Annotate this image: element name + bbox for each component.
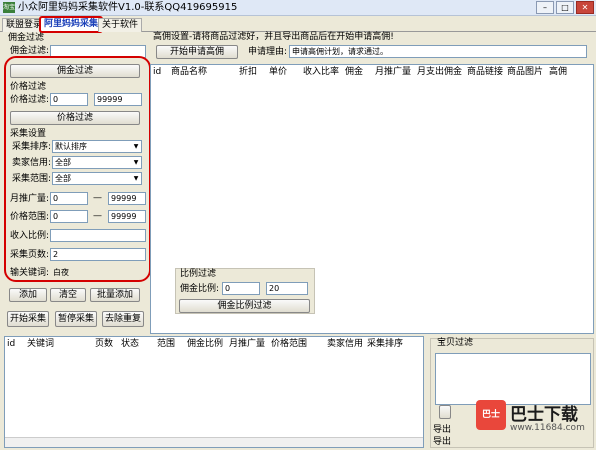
income-input[interactable]	[50, 229, 146, 242]
kcol-sort: 采集排序	[367, 339, 404, 349]
dedupe-button[interactable]: 去除重复	[102, 311, 144, 327]
price-range-min-input[interactable]: 0	[50, 210, 88, 223]
income-label: 收入比例:	[10, 231, 50, 241]
keyword-label: 输关键词:	[10, 268, 50, 278]
chevron-down-icon: ▼	[133, 175, 139, 182]
horizontal-scrollbar[interactable]	[5, 437, 423, 447]
kcol-ratio: 佣金比例	[187, 339, 224, 349]
tab-alimama-collect[interactable]: 阿里妈妈采集	[39, 16, 104, 33]
range-label: 采集范围:	[12, 174, 52, 184]
ratio-min-input[interactable]: 0	[222, 282, 260, 295]
price-range-dash: —	[93, 211, 102, 221]
monthly-label: 月推广量:	[10, 194, 50, 204]
price-filter-button[interactable]: 价格过滤	[10, 111, 140, 125]
ratio-filter-group: 比例过滤 佣金比例: 0 20 佣金比例过滤	[175, 268, 315, 314]
price-range-label: 价格范围:	[10, 212, 50, 222]
credit-select-value: 全部	[55, 158, 71, 167]
batch-add-button[interactable]: 批量添加	[90, 288, 140, 302]
baobei-action-button[interactable]	[439, 405, 451, 419]
pause-collect-button[interactable]: 暂停采集	[55, 311, 97, 327]
tab-bar: 联盟登录 阿里妈妈采集 关于软件	[0, 16, 596, 33]
tab-about[interactable]: 关于软件	[98, 18, 143, 32]
baobei-filter-title: 宝贝过滤	[437, 338, 474, 348]
col-monthly-spend: 月支出佣金	[417, 67, 463, 77]
monthly-min-input[interactable]: 0	[50, 192, 88, 205]
apply-high-commission-button[interactable]: 开始申请高佣	[156, 45, 238, 59]
col-income-rate: 收入比率	[303, 67, 340, 77]
credit-label: 卖家信用:	[12, 158, 52, 168]
ratio-label: 佣金比例:	[180, 284, 220, 294]
commission-filter-label: 佣金过滤:	[10, 46, 50, 56]
col-high: 高佣	[549, 67, 568, 77]
col-id: id	[153, 67, 162, 77]
watermark-logo: 巴士	[476, 400, 506, 430]
credit-select[interactable]: 全部 ▼	[52, 156, 142, 169]
window-title: 小众阿里妈妈采集软件V1.0-联系QQ419695915	[18, 2, 238, 13]
sort-label: 采集排序:	[12, 142, 52, 152]
pages-label: 采集页数:	[10, 250, 50, 260]
col-monthly: 月推广量	[375, 67, 412, 77]
product-table-header: id 商品名称 折扣 单价 收入比率 佣金 月推广量 月支出佣金 商品链接 商品…	[151, 65, 593, 79]
app-icon: 淘宝	[3, 2, 16, 13]
commission-filter-title: 佣金过滤	[8, 33, 45, 43]
maximize-button[interactable]: □	[556, 1, 574, 14]
chevron-down-icon: ▼	[133, 159, 139, 166]
keyword-input[interactable]: 白夜	[50, 266, 146, 279]
ratio-max-input[interactable]: 20	[266, 282, 308, 295]
monthly-range-dash: —	[93, 193, 102, 203]
pages-input[interactable]: 2	[50, 248, 146, 261]
col-name: 商品名称	[171, 67, 208, 77]
close-button[interactable]: ✕	[576, 1, 594, 14]
site-watermark: 巴士 巴士下载 www.11684.com	[476, 398, 594, 448]
monthly-max-input[interactable]: 99999	[108, 192, 146, 205]
col-commission: 佣金	[345, 67, 364, 77]
keyword-table[interactable]: id 关键词 页数 状态 范围 佣金比例 月推广量 价格范围 卖家信用 采集排序	[4, 336, 424, 448]
sort-select[interactable]: 默认排序 ▼	[52, 140, 142, 153]
collect-settings-title: 采集设置	[10, 129, 47, 139]
range-select-value: 全部	[55, 174, 71, 183]
kcol-monthly: 月推广量	[229, 339, 266, 349]
start-collect-button[interactable]: 开始采集	[7, 311, 49, 327]
keyword-table-header: id 关键词 页数 状态 范围 佣金比例 月推广量 价格范围 卖家信用 采集排序	[5, 337, 423, 351]
kcol-pages: 页数	[95, 339, 114, 349]
col-link: 商品链接	[467, 67, 504, 77]
col-price: 单价	[269, 67, 288, 77]
high-commission-hint: 高佣设置-请将商品过滤好，并且导出商品后在开始申请高佣!	[153, 32, 394, 42]
minimize-button[interactable]: –	[536, 1, 554, 14]
clear-button[interactable]: 清空	[50, 288, 86, 302]
col-image: 商品图片	[507, 67, 544, 77]
price-range-max-input[interactable]: 99999	[108, 210, 146, 223]
kcol-status: 状态	[121, 339, 140, 349]
kcol-id: id	[7, 339, 16, 349]
chevron-down-icon: ▼	[133, 143, 139, 150]
price-max-input[interactable]: 99999	[94, 93, 142, 106]
sort-select-value: 默认排序	[55, 142, 87, 151]
add-button[interactable]: 添加	[9, 288, 47, 302]
watermark-text: 巴士下载	[510, 405, 578, 425]
price-filter-title: 价格过滤	[10, 82, 47, 92]
kcol-price-range: 价格范围	[271, 339, 308, 349]
ratio-filter-title: 比例过滤	[180, 269, 217, 279]
watermark-url: www.11684.com	[510, 423, 585, 433]
kcol-credit: 卖家信用	[327, 339, 364, 349]
export-label-2: 导出	[433, 437, 452, 447]
reason-label: 申请理由:	[248, 47, 288, 57]
col-discount: 折扣	[239, 67, 258, 77]
title-bar: 淘宝 小众阿里妈妈采集软件V1.0-联系QQ419695915 – □ ✕	[0, 0, 596, 16]
range-select[interactable]: 全部 ▼	[52, 172, 142, 185]
commission-filter-button[interactable]: 佣金过滤	[10, 64, 140, 78]
reason-input[interactable]: 申请高佣计划，请求通过。	[289, 45, 587, 58]
price-filter-label: 价格过滤:	[10, 95, 50, 105]
commission-filter-input[interactable]	[50, 45, 146, 58]
price-min-input[interactable]: 0	[50, 93, 88, 106]
ratio-filter-button[interactable]: 佣金比例过滤	[179, 299, 310, 313]
kcol-keyword: 关键词	[27, 339, 55, 349]
kcol-range: 范围	[157, 339, 176, 349]
export-label-1: 导出	[433, 425, 452, 435]
